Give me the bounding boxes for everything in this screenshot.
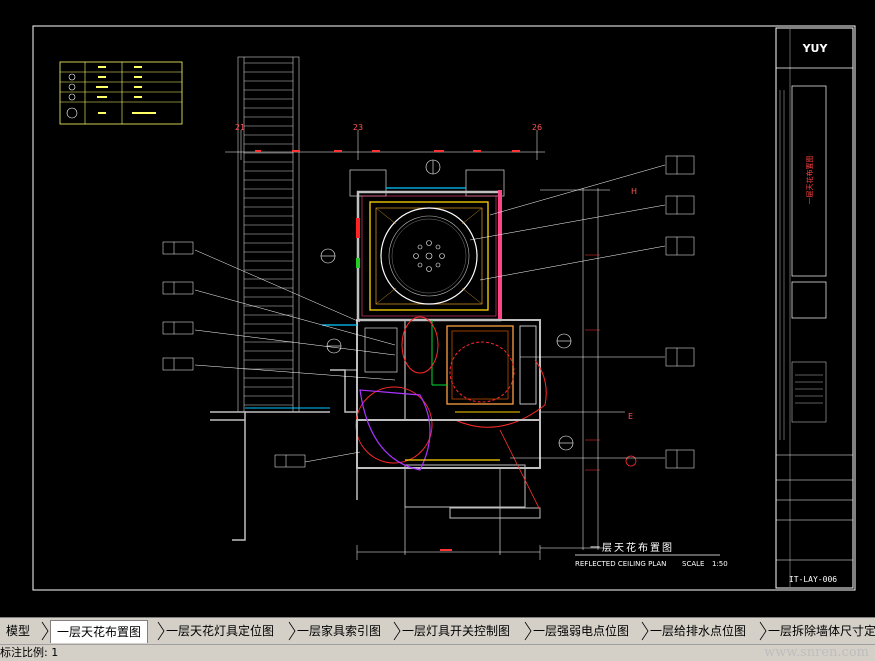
logo-text: YUY	[802, 42, 829, 55]
tab-demolition-dimensions[interactable]: 一层拆除墙体尺寸定	[768, 621, 875, 641]
cad-drawing-svg: YUY IT-LAY-006 一层天花布置图 21 23 26 H E 一层天花…	[32, 25, 856, 591]
scale-label: SCALE	[682, 560, 704, 568]
sheet-name-vertical: 一层天花布置图	[805, 156, 814, 205]
annotation-scale: 标注比例: 1	[0, 646, 59, 659]
scale-value: 1:50	[712, 560, 728, 568]
top-dimensions	[225, 130, 545, 160]
drawing-frame	[32, 25, 856, 591]
main-room	[356, 190, 502, 322]
tab-light-switch-control[interactable]: 一层灯具开关控制图	[402, 621, 510, 641]
tab-ceiling-plan[interactable]: 一层天花布置图	[50, 620, 149, 643]
legend-table	[59, 61, 183, 125]
title-block	[775, 27, 854, 589]
status-bar: 标注比例: 1 www.snren.com	[0, 644, 875, 661]
tab-water-points[interactable]: 一层给排水点位图	[650, 621, 746, 641]
revision-clouds	[355, 316, 547, 464]
grid-label-21: 21	[235, 123, 245, 132]
tab-furniture-index[interactable]: 一层家具索引图	[297, 621, 381, 641]
grid-label-e: E	[628, 412, 633, 421]
watermark: www.snren.com	[764, 645, 869, 660]
layout-tab-bar: 模型 一层天花布置图 一层天花灯具定位图 一层家具索引图 一层灯具开关控制图 一…	[0, 617, 875, 645]
grid-label-h: H	[631, 187, 637, 196]
grid-label-26: 26	[532, 123, 542, 132]
sheet-number: IT-LAY-006	[789, 575, 837, 584]
tab-model[interactable]: 模型	[6, 621, 30, 641]
middle-rooms	[322, 319, 541, 421]
staircase	[237, 56, 300, 413]
drawing-title-en: REFLECTED CEILING PLAN	[575, 560, 666, 568]
drawing-title-cn: 一层天花布置图	[590, 541, 674, 554]
tab-ceiling-light-positioning[interactable]: 一层天花灯具定位图	[166, 621, 274, 641]
cad-drawing-canvas[interactable]: YUY IT-LAY-006 一层天花布置图 21 23 26 H E 一层天花…	[0, 0, 875, 617]
tab-power-points[interactable]: 一层强弱电点位图	[533, 621, 629, 641]
grid-label-23: 23	[353, 123, 363, 132]
